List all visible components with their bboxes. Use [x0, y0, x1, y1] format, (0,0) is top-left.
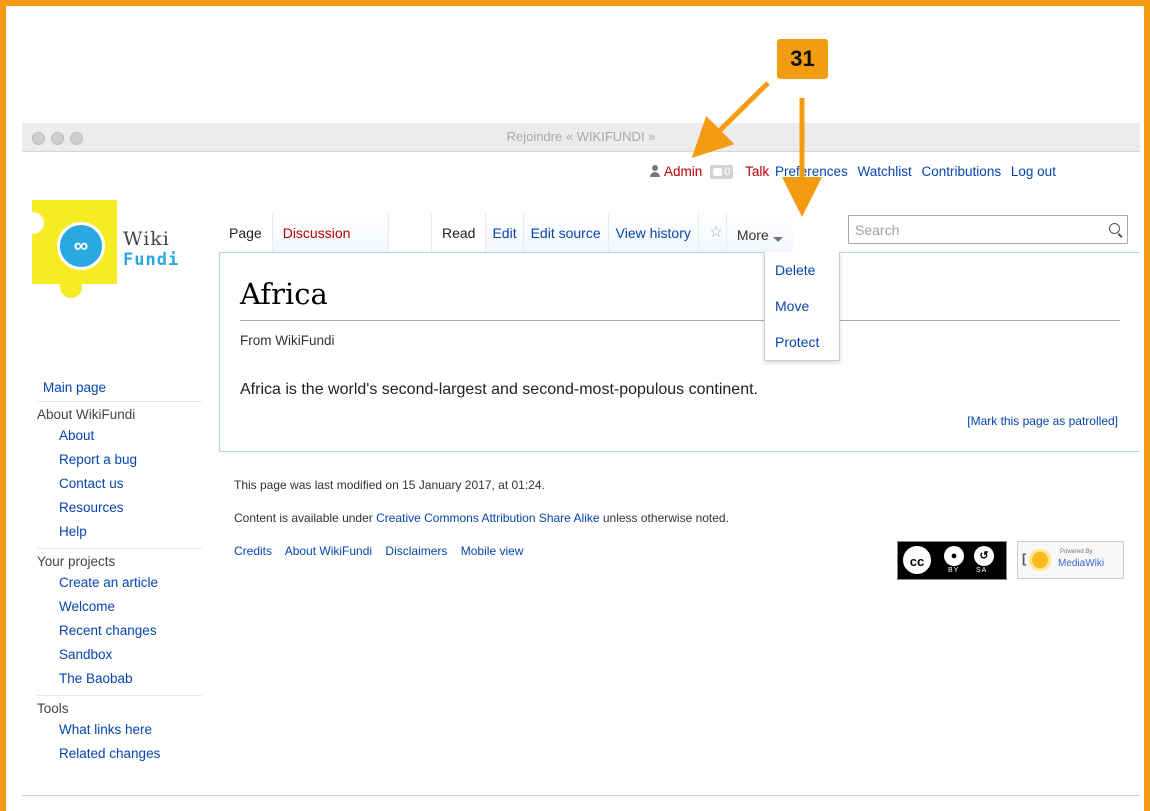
more-dropdown-menu: Delete Move Protect — [764, 252, 840, 361]
user-link-admin[interactable]: Admin — [664, 164, 702, 179]
cc-badge-terms: BY SA — [938, 567, 1002, 576]
tab-edit-source-label[interactable]: Edit source — [531, 225, 601, 241]
sidebar-item-main-page[interactable]: Main page — [37, 378, 202, 401]
chevron-down-icon — [772, 237, 783, 242]
mediawiki-label: MediaWiki — [1058, 558, 1105, 569]
mediawiki-powered-label: Powered By — [1060, 549, 1093, 555]
footer-link-credits[interactable]: Credits — [234, 544, 272, 558]
cc-by-label: BY — [948, 567, 960, 574]
share-alike-icon: ↺ — [974, 546, 994, 566]
mediawiki-flower-icon — [1032, 552, 1048, 568]
attribution-icon: ● — [944, 546, 964, 566]
mark-patrolled-link[interactable]: [Mark this page as patrolled] — [967, 414, 1118, 428]
more-menu-button[interactable]: More — [726, 213, 793, 253]
preferences-link[interactable]: Preferences — [775, 164, 848, 179]
footer-license: Content is available under Creative Comm… — [234, 511, 729, 527]
footer-last-modified: This page was last modified on 15 Januar… — [234, 478, 545, 492]
portal-heading: About WikiFundi — [37, 407, 136, 422]
tab-discussion-label[interactable]: Discussion — [283, 225, 351, 241]
sidebar-item-create-article[interactable]: Create an article — [37, 571, 202, 595]
license-link[interactable]: Creative Commons Attribution Share Alike — [376, 511, 599, 525]
contributions-link[interactable]: Contributions — [922, 164, 1002, 179]
tab-page[interactable]: Page — [219, 213, 273, 253]
callout-badge: 31 — [777, 39, 828, 79]
sidebar-item-welcome[interactable]: Welcome — [37, 595, 202, 619]
cc-license-badge[interactable]: cc ● ↺ BY SA — [897, 541, 1007, 580]
search-box — [848, 215, 1128, 244]
menu-item-move[interactable]: Move — [765, 288, 839, 324]
footer-link-mobile-view[interactable]: Mobile view — [461, 544, 524, 558]
tab-edit-source[interactable]: Edit source — [523, 213, 609, 253]
window-bottom-divider — [22, 795, 1140, 796]
cc-icon: cc — [903, 546, 931, 574]
powered-by-mediawiki-badge[interactable]: [ ] Powered By MediaWiki — [1017, 541, 1124, 579]
sidebar-item-contact-us[interactable]: Contact us — [37, 472, 202, 496]
sidebar-item-report-bug[interactable]: Report a bug — [37, 448, 202, 472]
window-title: Rejoindre « WIKIFUNDI » — [506, 129, 656, 144]
tab-discussion[interactable]: Discussion — [272, 213, 390, 253]
cc-sa-label: SA — [976, 567, 988, 574]
watchlist-link[interactable]: Watchlist — [858, 164, 912, 179]
talk-link[interactable]: Talk — [745, 164, 769, 179]
tab-edit-label[interactable]: Edit — [492, 225, 516, 241]
logo-emblem-icon: ∞ — [57, 222, 105, 270]
sidebar-item-related-changes[interactable]: Related changes — [37, 742, 202, 766]
user-icon — [650, 165, 660, 177]
sidebar-item-help[interactable]: Help — [37, 520, 202, 544]
portal-heading: Tools — [37, 701, 69, 716]
license-prefix: Content is available under — [234, 511, 377, 525]
site-tagline: From WikiFundi — [240, 333, 335, 348]
tab-read[interactable]: Read — [431, 213, 487, 253]
logo-text-wiki: Wiki — [123, 228, 170, 250]
tab-read-label[interactable]: Read — [442, 225, 475, 241]
footer-link-about[interactable]: About WikiFundi — [285, 544, 372, 558]
menu-item-protect[interactable]: Protect — [765, 324, 839, 360]
namespace-tabs: Page Discussion — [219, 213, 390, 253]
tab-page-label[interactable]: Page — [229, 225, 262, 241]
search-icon[interactable] — [1109, 223, 1120, 234]
notifications-badge[interactable]: 0 — [710, 165, 734, 179]
search-input[interactable] — [853, 216, 1097, 244]
tab-view-history[interactable]: View history — [608, 213, 699, 253]
tab-view-history-label[interactable]: View history — [616, 225, 691, 241]
sidebar-item-recent-changes[interactable]: Recent changes — [37, 619, 202, 643]
view-tabs: Read Edit Edit source View history ☆ Mor… — [431, 213, 793, 253]
personal-tools: Admin 0 Talk Preferences Watchlist Contri… — [650, 164, 1056, 179]
sidebar: Main page About WikiFundi About Report a… — [37, 378, 202, 770]
sidebar-item-about[interactable]: About — [37, 424, 202, 448]
more-menu-label: More — [736, 227, 769, 243]
logo-text-fundi: Fundi — [123, 250, 180, 270]
sidebar-item-baobab[interactable]: The Baobab — [37, 667, 202, 691]
notification-icon — [713, 168, 723, 176]
portal-heading: Your projects — [37, 554, 116, 569]
footer-link-disclaimers[interactable]: Disclaimers — [385, 544, 447, 558]
sidebar-item-sandbox[interactable]: Sandbox — [37, 643, 202, 667]
license-suffix: unless otherwise noted. — [599, 511, 729, 525]
title-divider — [240, 320, 1120, 321]
watch-star-icon[interactable]: ☆ — [698, 213, 727, 253]
menu-item-delete[interactable]: Delete — [765, 252, 839, 288]
portal-tools: Tools What links here Related changes — [37, 695, 202, 766]
footer: This page was last modified on 15 Januar… — [234, 478, 729, 577]
sidebar-item-resources[interactable]: Resources — [37, 496, 202, 520]
page-title: Africa — [240, 277, 328, 311]
patrol-link-wrapper: [Mark this page as patrolled] — [967, 414, 1118, 428]
notifications-count: 0 — [724, 166, 731, 178]
tab-edit[interactable]: Edit — [486, 213, 524, 253]
sidebar-item-what-links-here[interactable]: What links here — [37, 718, 202, 742]
portal-your-projects: Your projects Create an article Welcome … — [37, 548, 202, 691]
portal-about: About WikiFundi About Report a bug Conta… — [37, 401, 202, 544]
log-out-link[interactable]: Log out — [1011, 164, 1056, 179]
article-body: Africa is the world's second-largest and… — [240, 381, 758, 398]
window-titlebar: Rejoindre « WIKIFUNDI » — [22, 123, 1140, 152]
content-area: Africa From WikiFundi Africa is the worl… — [219, 252, 1140, 452]
footer-links: Credits About WikiFundi Disclaimers Mobi… — [234, 544, 729, 560]
